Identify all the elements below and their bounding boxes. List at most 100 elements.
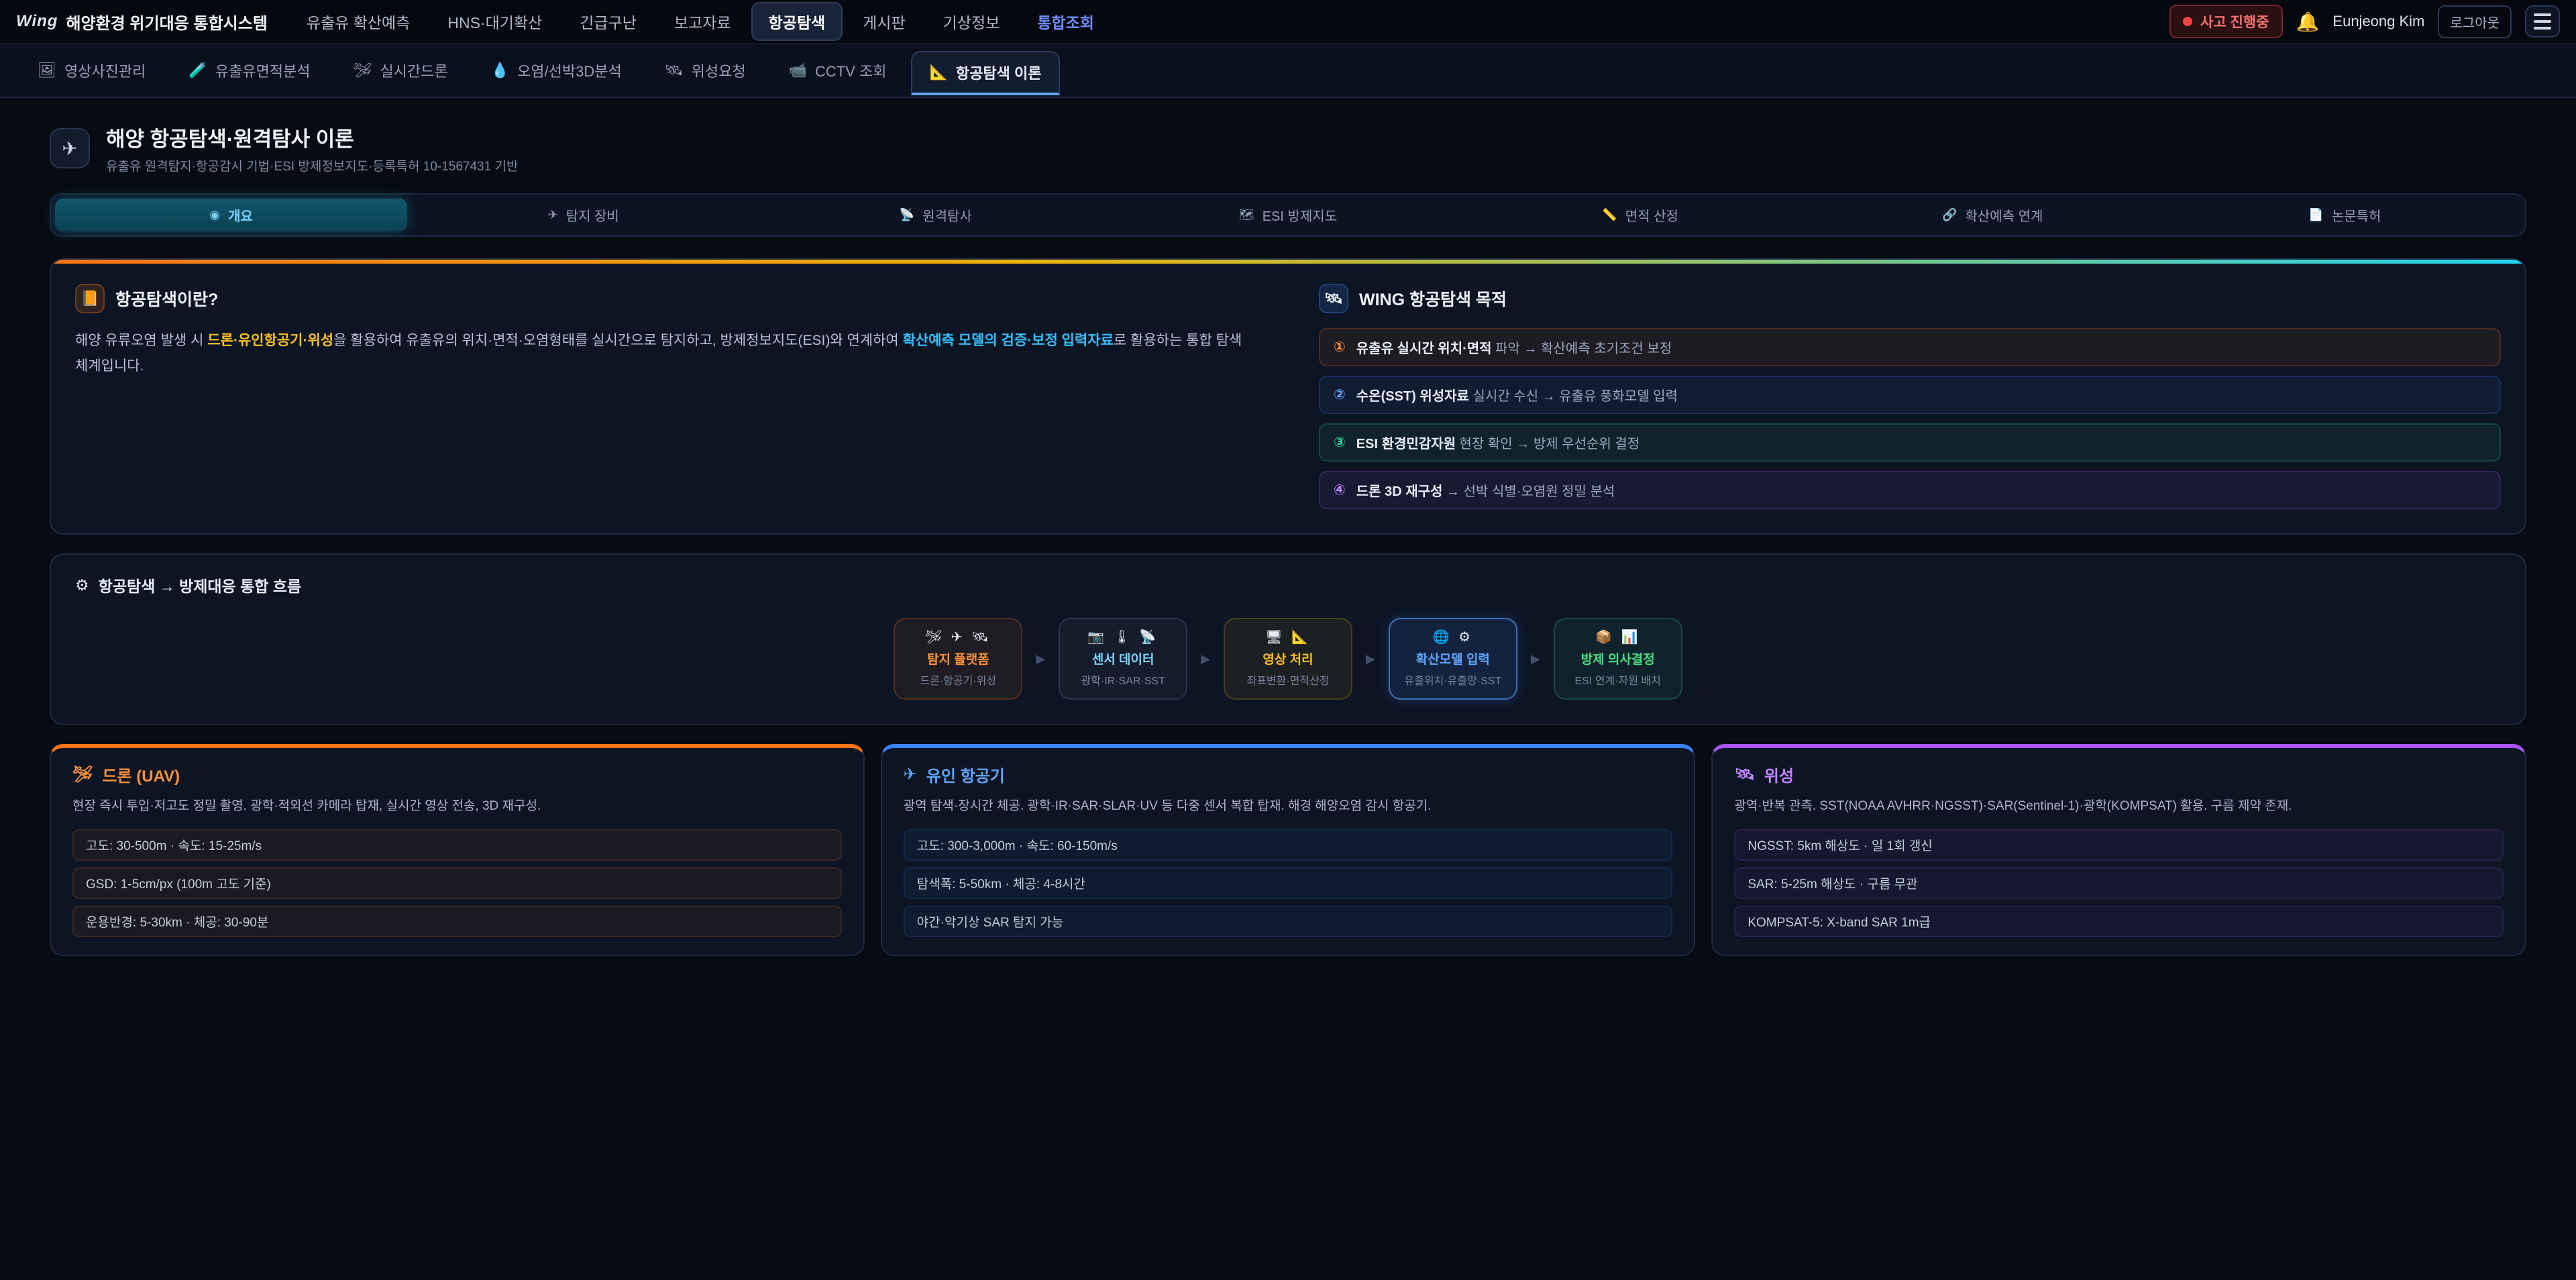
tab-label: 원격탐사 [922, 205, 972, 225]
decision-icons: 📦 📊 [1562, 629, 1674, 645]
image-icon: 🖼 [38, 62, 56, 79]
flow-step-detection-platform: 🛩 ✈ 🛰 탐지 플랫폼 드론·항공기·위성 [894, 618, 1022, 700]
flow-step-response-decision: 📦 📊 방제 의사결정 ESI 연계·자원 배치 [1554, 618, 1682, 700]
incident-status-badge[interactable]: 사고 진행중 [2169, 5, 2282, 38]
subnav-item-pollution-ship-3d[interactable]: 💧 오염/선박3D분석 [472, 49, 641, 92]
subnav-label: CCTV 조회 [815, 60, 886, 81]
spec-row: 탐색폭: 5-50km · 체공: 4-8시간 [904, 867, 1673, 899]
incident-dot-icon [2183, 17, 2192, 26]
flow-title-row: ⚙ 항공탐색 → 방제대응 통합 흐름 [75, 574, 2501, 596]
subnav-item-image-photo-management[interactable]: 🖼 영상사진관리 [19, 49, 164, 92]
tab-remote-sensing[interactable]: 📡 원격탐사 [759, 199, 1112, 231]
purpose-item: ② 수온(SST) 위성자료 실시간 수신 → 유출유 풍화모델 입력 [1319, 376, 2501, 414]
drone-card-title: 드론 (UAV) [102, 763, 180, 786]
tab-label: 확산예측 연계 [1966, 205, 2043, 225]
drone-icon: 🛩 [72, 765, 93, 784]
app-logo[interactable]: Wing 해양환경 위기대응 통합시스템 [16, 10, 268, 34]
flow-step-sensor-data: 📷 🌡 📡 센서 데이터 광학·IR·SAR·SST [1059, 618, 1187, 700]
platform-cards-row: 🛩 드론 (UAV) 현장 즉시 투입·저고도 정밀 촬영. 광학·적외선 카메… [50, 744, 2526, 956]
aircraft-card-title-row: ✈ 유인 항공기 [904, 763, 1673, 786]
gear-icon: ⚙ [75, 576, 89, 594]
book-icon: 📙 [75, 284, 105, 313]
plane-icon: ✈ [548, 208, 558, 222]
tab-label: 면적 산정 [1625, 205, 1678, 225]
tab-label: ESI 방제지도 [1263, 205, 1337, 225]
main-nav: 유출유 확산예측 HNS·대기확산 긴급구난 보고자료 항공탐색 게시판 기상정… [289, 2, 1112, 41]
notifications-bell-icon[interactable]: 🔔 [2296, 11, 2320, 33]
camera-icon: 📹 [789, 62, 807, 79]
arrow-right-icon: ▶ [1531, 652, 1540, 666]
ruler-chart-icon: 📐 [930, 64, 948, 81]
arrow-right-icon: ▶ [1201, 652, 1210, 666]
nav-item-aerial-search[interactable]: 항공탐색 [751, 2, 843, 41]
satellite-icon: 🛰 [1734, 765, 1754, 784]
menu-hamburger-button[interactable] [2525, 5, 2560, 38]
wing-logo-icon: Wing [16, 12, 58, 31]
tab-overview[interactable]: ◉ 개요 [55, 199, 407, 231]
nav-item-spill-prediction[interactable]: 유출유 확산예측 [289, 2, 428, 41]
incident-badge-label: 사고 진행중 [2200, 11, 2269, 32]
tab-papers-patents[interactable]: 📄 논문특허 [2169, 199, 2521, 231]
subnav-item-cctv[interactable]: 📹 CCTV 조회 [770, 49, 906, 92]
subnav-item-realtime-drone[interactable]: 🛩 실시간드론 [334, 49, 466, 92]
purpose-title: WING 항공탐색 목적 [1359, 286, 1507, 311]
spec-row: SAR: 5-25m 해상도 · 구름 무관 [1734, 867, 2504, 899]
nav-item-emergency-rescue[interactable]: 긴급구난 [562, 2, 654, 41]
aircraft-card-title: 유인 항공기 [926, 763, 1005, 786]
tab-prediction-link[interactable]: 🔗 확산예측 연계 [1817, 199, 2169, 231]
map-icon: 🗺 [1239, 208, 1254, 222]
spec-row: 운용반경: 5-30km · 체공: 30-90분 [72, 906, 842, 937]
purpose-item: ④ 드론 3D 재구성 → 선박 식별·오염원 정밀 분석 [1319, 471, 2501, 509]
purpose-number: ④ [1334, 482, 1346, 498]
spec-row: 고도: 30-500m · 속도: 15-25m/s [72, 829, 842, 861]
page-title: 해양 항공탐색·원격탐사 이론 [106, 122, 518, 152]
section-tab-bar: ◉ 개요 ✈ 탐지 장비 📡 원격탐사 🗺 ESI 방제지도 📏 면적 산정 🔗… [50, 193, 2526, 237]
arrow-right-icon: ▶ [1366, 652, 1375, 666]
spec-row: KOMPSAT-5: X-band SAR 1m급 [1734, 906, 2504, 937]
overview-highlight-platforms: 드론·유인항공기·위성 [207, 333, 333, 348]
tab-label: 논문특허 [2332, 205, 2381, 225]
subnav-item-aerial-search-theory[interactable]: 📐 항공탐색 이론 [911, 51, 1061, 95]
nav-item-hns-diffusion[interactable]: HNS·대기확산 [430, 2, 559, 41]
integrated-flow-panel: ⚙ 항공탐색 → 방제대응 통합 흐름 🛩 ✈ 🛰 탐지 플랫폼 드론·항공기·… [50, 553, 2526, 725]
spec-row: NGSST: 5km 해상도 · 일 1회 갱신 [1734, 829, 2504, 861]
droplet-icon: 💧 [491, 62, 509, 79]
drone-card-desc: 현장 즉시 투입·저고도 정밀 촬영. 광학·적외선 카메라 탑재, 실시간 영… [72, 796, 842, 817]
subnav-label: 항공탐색 이론 [956, 62, 1042, 83]
flask-icon: 🧪 [189, 62, 207, 79]
nav-item-board[interactable]: 게시판 [845, 2, 922, 41]
flow-step-model-input: 🌐 ⚙ 확산모델 입력 유출위치·유출량·SST [1389, 618, 1517, 700]
spec-row: 고도: 300-3,000m · 속도: 60-150m/s [904, 829, 1673, 861]
what-is-aerial-search-column: 📙 항공탐색이란? 해양 유류오염 발생 시 드론·유인항공기·위성을 활용하여… [75, 284, 1257, 509]
aerial-search-page-icon: ✈ [50, 128, 90, 168]
tab-area-calculation[interactable]: 📏 면적 산정 [1464, 199, 1817, 231]
nav-item-weather[interactable]: 기상정보 [926, 2, 1018, 41]
spec-row: GSD: 1-5cm/px (100m 고도 기준) [72, 867, 842, 899]
purpose-number: ① [1334, 339, 1346, 356]
drone-card: 🛩 드론 (UAV) 현장 즉시 투입·저고도 정밀 촬영. 광학·적외선 카메… [50, 744, 865, 956]
subnav-item-satellite-request[interactable]: 🛰 위성요청 [646, 49, 765, 92]
tab-esi-map[interactable]: 🗺 ESI 방제지도 [1112, 199, 1464, 231]
purpose-title-row: 🛰 WING 항공탐색 목적 [1319, 284, 2501, 313]
flow-step-image-processing: 🖥 📐 영상 처리 좌표변환·면적산정 [1224, 618, 1352, 700]
tab-label: 탐지 장비 [566, 205, 619, 225]
spec-row: 야간·악기상 SAR 탐지 가능 [904, 906, 1673, 937]
overview-dot-icon: ◉ [209, 208, 220, 222]
satellite-card-title: 위성 [1764, 763, 1794, 786]
flow-diagram: 🛩 ✈ 🛰 탐지 플랫폼 드론·항공기·위성 ▶ 📷 🌡 📡 센서 데이터 광학… [75, 618, 2501, 700]
overview-panel: 📙 항공탐색이란? 해양 유류오염 발생 시 드론·유인항공기·위성을 활용하여… [50, 258, 2526, 535]
flow-title: 항공탐색 → 방제대응 통합 흐름 [99, 574, 301, 596]
subnav-item-oil-area-analysis[interactable]: 🧪 유출유면적분석 [170, 49, 329, 92]
nav-item-integrated-search[interactable]: 통합조회 [1020, 2, 1112, 41]
nav-item-reports[interactable]: 보고자료 [657, 2, 749, 41]
tab-label: 개요 [228, 205, 253, 225]
purpose-item: ③ ESI 환경민감자원 현장 확인 → 방제 우선순위 결정 [1319, 423, 2501, 462]
manned-aircraft-card: ✈ 유인 항공기 광역 탐색·장시간 체공. 광학·IR·SAR·SLAR·UV… [881, 744, 1696, 956]
airplane-icon: ✈ [904, 765, 917, 784]
subnav-label: 위성요청 [692, 60, 746, 81]
tab-detection-equipment[interactable]: ✈ 탐지 장비 [407, 199, 759, 231]
logout-button[interactable]: 로그아웃 [2438, 5, 2512, 38]
satellite-card-title-row: 🛰 위성 [1734, 763, 2504, 786]
sub-navbar: 🖼 영상사진관리 🧪 유출유면적분석 🛩 실시간드론 💧 오염/선박3D분석 🛰… [0, 44, 2576, 98]
aircraft-card-desc: 광역 탐색·장시간 체공. 광학·IR·SAR·SLAR·UV 등 다중 센서 … [904, 796, 1673, 817]
